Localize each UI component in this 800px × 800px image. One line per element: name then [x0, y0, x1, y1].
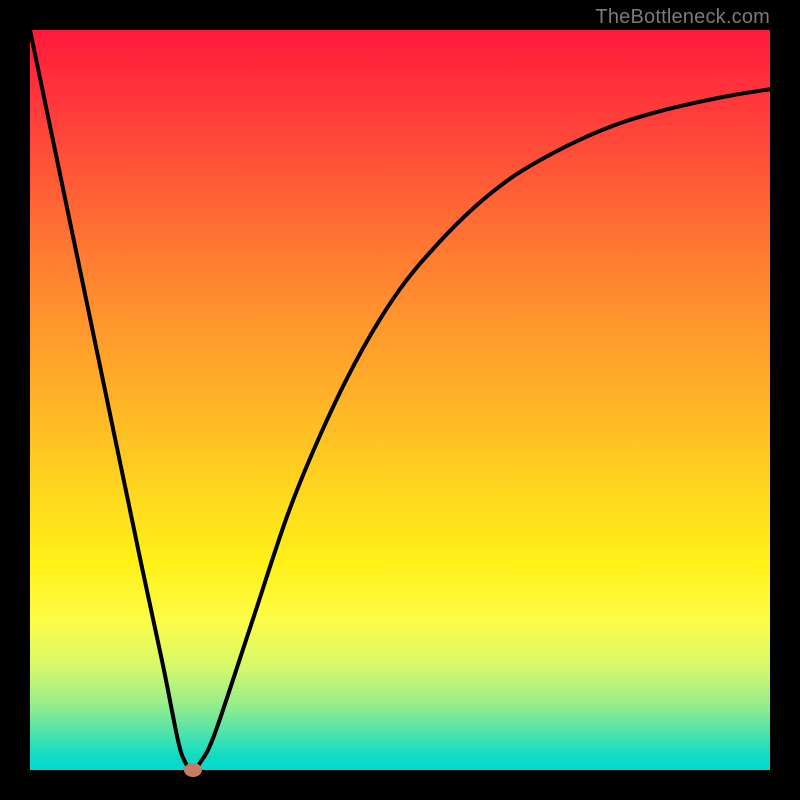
plot-area: [30, 30, 770, 770]
watermark-text: TheBottleneck.com: [595, 6, 770, 29]
chart-frame: TheBottleneck.com: [0, 0, 800, 800]
bottleneck-curve: [30, 30, 770, 770]
curve-path: [30, 30, 770, 770]
optimal-point-marker: [184, 763, 202, 777]
